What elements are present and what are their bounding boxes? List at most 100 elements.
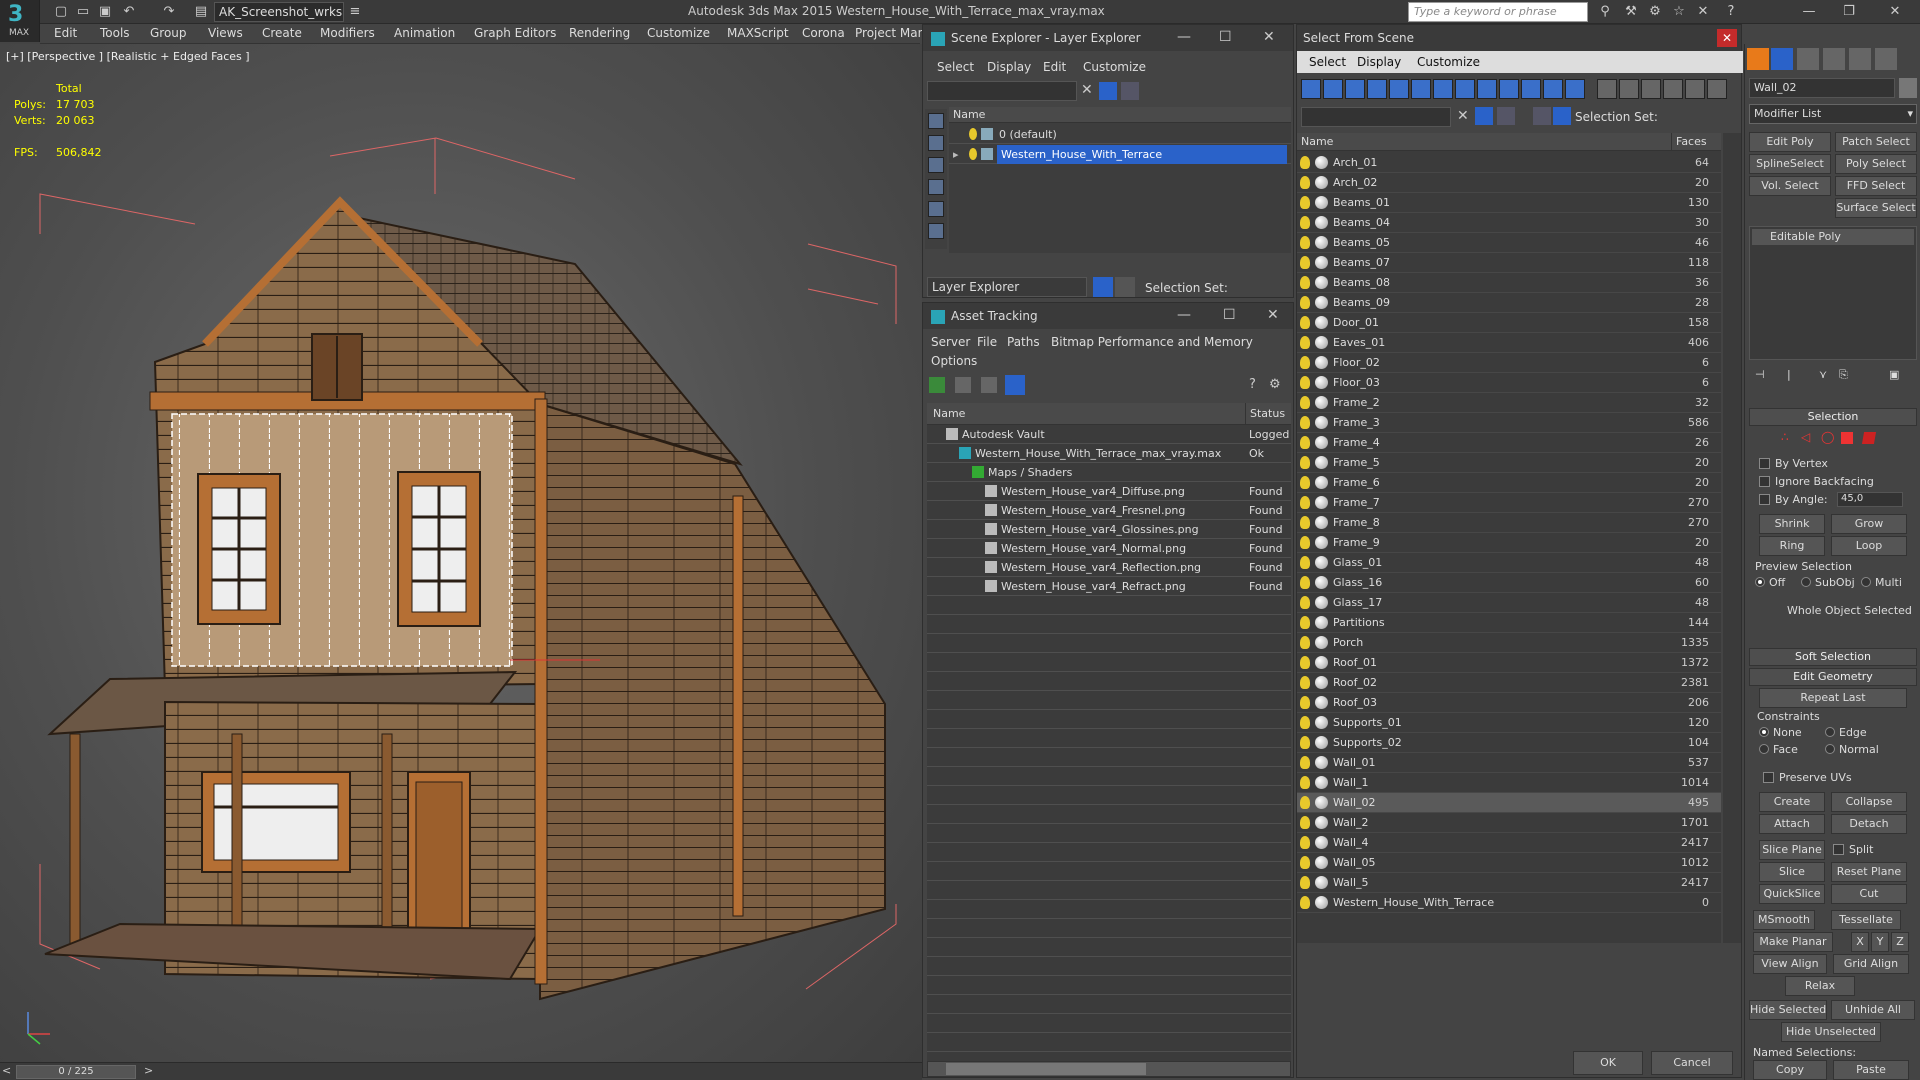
object-name-field[interactable]: Wall_02 bbox=[1749, 78, 1895, 98]
modify-tab-icon[interactable] bbox=[1771, 48, 1793, 70]
slice-plane-button[interactable]: Slice Plane bbox=[1759, 840, 1825, 860]
poly-select-button[interactable]: Poly Select bbox=[1835, 154, 1917, 174]
object-row[interactable]: Beams_05 46 bbox=[1297, 233, 1721, 253]
save-file-icon[interactable]: ▣ bbox=[96, 3, 114, 21]
object-row[interactable]: Arch_02 20 bbox=[1297, 173, 1721, 193]
polygon-icon[interactable] bbox=[1841, 432, 1853, 444]
modifier-list-dropdown[interactable]: Modifier List ▾ bbox=[1749, 104, 1917, 124]
close-icon[interactable]: ✕ bbox=[1267, 307, 1279, 323]
light-bulb-icon[interactable] bbox=[1300, 396, 1310, 409]
hierarchy-tab-icon[interactable] bbox=[1797, 48, 1819, 70]
object-row[interactable]: Wall_4 2417 bbox=[1297, 833, 1721, 853]
ring-button[interactable]: Ring bbox=[1759, 536, 1825, 556]
at-menu-paths[interactable]: Paths bbox=[1007, 335, 1040, 349]
object-row[interactable]: Wall_2 1701 bbox=[1297, 813, 1721, 833]
list-view-icon[interactable] bbox=[955, 377, 971, 393]
clear-search-icon[interactable]: ✕ bbox=[1081, 82, 1093, 98]
object-row[interactable]: Western_House_With_Terrace 0 bbox=[1297, 893, 1721, 913]
workspace-menu-icon[interactable]: ≡ bbox=[346, 3, 364, 21]
object-row[interactable]: Glass_16 60 bbox=[1297, 573, 1721, 593]
settings-icon[interactable]: ⚙ bbox=[1269, 377, 1281, 392]
light-bulb-icon[interactable] bbox=[1300, 296, 1310, 309]
open-file-icon[interactable]: ▭ bbox=[74, 3, 92, 21]
filter-cameras-icon[interactable] bbox=[928, 179, 944, 195]
object-row[interactable]: Beams_08 36 bbox=[1297, 273, 1721, 293]
by-vertex-checkbox[interactable] bbox=[1759, 458, 1770, 469]
object-row[interactable]: Arch_01 64 bbox=[1297, 153, 1721, 173]
vol-select-button[interactable]: Vol. Select bbox=[1749, 176, 1831, 196]
preserve-uvs-checkbox[interactable] bbox=[1763, 772, 1774, 783]
copy-button[interactable]: Copy bbox=[1753, 1060, 1827, 1080]
light-bulb-icon[interactable] bbox=[1300, 496, 1310, 509]
display-containers-icon[interactable] bbox=[1521, 79, 1541, 99]
sfs-menu-select[interactable]: Select bbox=[1309, 55, 1346, 69]
hierarchy-icon[interactable] bbox=[1553, 107, 1571, 125]
selection-rollout-header[interactable]: Selection bbox=[1749, 408, 1917, 426]
light-bulb-icon[interactable] bbox=[1300, 536, 1310, 549]
object-row[interactable]: Beams_07 118 bbox=[1297, 253, 1721, 273]
asset-row[interactable]: Western_House_var4_Diffuse.png Found bbox=[927, 482, 1291, 501]
stack-item-editable-poly[interactable]: Editable Poly bbox=[1752, 229, 1914, 245]
object-row[interactable]: Frame_5 20 bbox=[1297, 453, 1721, 473]
object-row[interactable]: Partitions 144 bbox=[1297, 613, 1721, 633]
workspace-dropdown[interactable]: AK_Screenshot_wrksp bbox=[214, 2, 344, 22]
planar-x-button[interactable]: X bbox=[1851, 932, 1869, 952]
se-menu-display[interactable]: Display bbox=[987, 60, 1031, 74]
display-all-icon[interactable] bbox=[1301, 79, 1321, 99]
restore-icon[interactable]: ❐ bbox=[1840, 3, 1858, 21]
scrollbar-thumb[interactable] bbox=[946, 1063, 1146, 1075]
object-row[interactable]: Frame_3 586 bbox=[1297, 413, 1721, 433]
help-icon[interactable]: ? bbox=[1722, 3, 1740, 21]
display-hidden-icon[interactable] bbox=[1565, 79, 1585, 99]
make-unique-icon[interactable]: ⋎ bbox=[1819, 368, 1827, 381]
light-bulb-icon[interactable] bbox=[1300, 216, 1310, 229]
asset-row[interactable]: Western_House_var4_Refract.png Found bbox=[927, 577, 1291, 596]
surface-select-button[interactable]: Surface Select bbox=[1835, 198, 1917, 218]
filter-geometry-icon[interactable] bbox=[928, 113, 944, 129]
by-angle-checkbox[interactable] bbox=[1759, 494, 1770, 505]
object-row[interactable]: Beams_09 28 bbox=[1297, 293, 1721, 313]
light-bulb-icon[interactable] bbox=[1300, 716, 1310, 729]
layers-icon[interactable] bbox=[1497, 107, 1515, 125]
at-menu-server[interactable]: Server bbox=[931, 335, 970, 349]
minimize-icon[interactable]: — bbox=[1177, 307, 1191, 323]
cut-button[interactable]: Cut bbox=[1831, 884, 1907, 904]
favorites-star-icon[interactable]: ☆ bbox=[1670, 3, 1688, 21]
relax-button[interactable]: Relax bbox=[1785, 976, 1855, 996]
at-menu-bitmap-performance[interactable]: Bitmap Performance and Memory bbox=[1051, 335, 1253, 349]
vertex-icon[interactable]: ∴ bbox=[1781, 430, 1789, 444]
object-row[interactable]: Wall_1 1014 bbox=[1297, 773, 1721, 793]
display-xrefs-icon[interactable] bbox=[1477, 79, 1497, 99]
light-bulb-icon[interactable] bbox=[1300, 516, 1310, 529]
object-row[interactable]: Roof_01 1372 bbox=[1297, 653, 1721, 673]
menu-create[interactable]: Create bbox=[262, 26, 302, 40]
menu-tools[interactable]: Tools bbox=[100, 26, 130, 40]
spline-select-button[interactable]: SplineSelect bbox=[1749, 154, 1831, 174]
edit-poly-button[interactable]: Edit Poly bbox=[1749, 132, 1831, 152]
tessellate-button[interactable]: Tessellate bbox=[1831, 910, 1901, 930]
create-button[interactable]: Create bbox=[1759, 792, 1825, 812]
display-helpers-icon[interactable] bbox=[1411, 79, 1431, 99]
display-shapes-icon[interactable] bbox=[1345, 79, 1365, 99]
hide-unselected-button[interactable]: Hide Unselected bbox=[1781, 1022, 1881, 1042]
repeat-last-button[interactable]: Repeat Last bbox=[1759, 688, 1907, 708]
at-horizontal-scrollbar[interactable] bbox=[927, 1061, 1291, 1077]
grid-align-button[interactable]: Grid Align bbox=[1833, 954, 1909, 974]
object-row[interactable]: Wall_02 495 bbox=[1297, 793, 1721, 813]
layers-icon[interactable] bbox=[1121, 82, 1139, 100]
constraint-normal-radio[interactable] bbox=[1825, 744, 1835, 754]
display-lights-icon[interactable] bbox=[1367, 79, 1387, 99]
light-bulb-icon[interactable] bbox=[1300, 156, 1310, 169]
display-bones-icon[interactable] bbox=[1499, 79, 1519, 99]
layer-row[interactable]: 0 (default) bbox=[949, 125, 1291, 144]
motion-tab-icon[interactable] bbox=[1823, 48, 1845, 70]
light-bulb-icon[interactable] bbox=[1300, 196, 1310, 209]
remove-modifier-icon[interactable]: ⎘ bbox=[1839, 368, 1848, 382]
light-bulb-icon[interactable] bbox=[1300, 456, 1310, 469]
light-bulb-icon[interactable] bbox=[1300, 856, 1310, 869]
light-bulb-icon[interactable] bbox=[1300, 736, 1310, 749]
layer-row[interactable]: ▸ Western_House_With_Terrace bbox=[949, 145, 1291, 164]
constraint-none-radio[interactable] bbox=[1759, 727, 1769, 737]
detach-button[interactable]: Detach bbox=[1831, 814, 1907, 834]
collapse-button[interactable]: Collapse bbox=[1831, 792, 1907, 812]
